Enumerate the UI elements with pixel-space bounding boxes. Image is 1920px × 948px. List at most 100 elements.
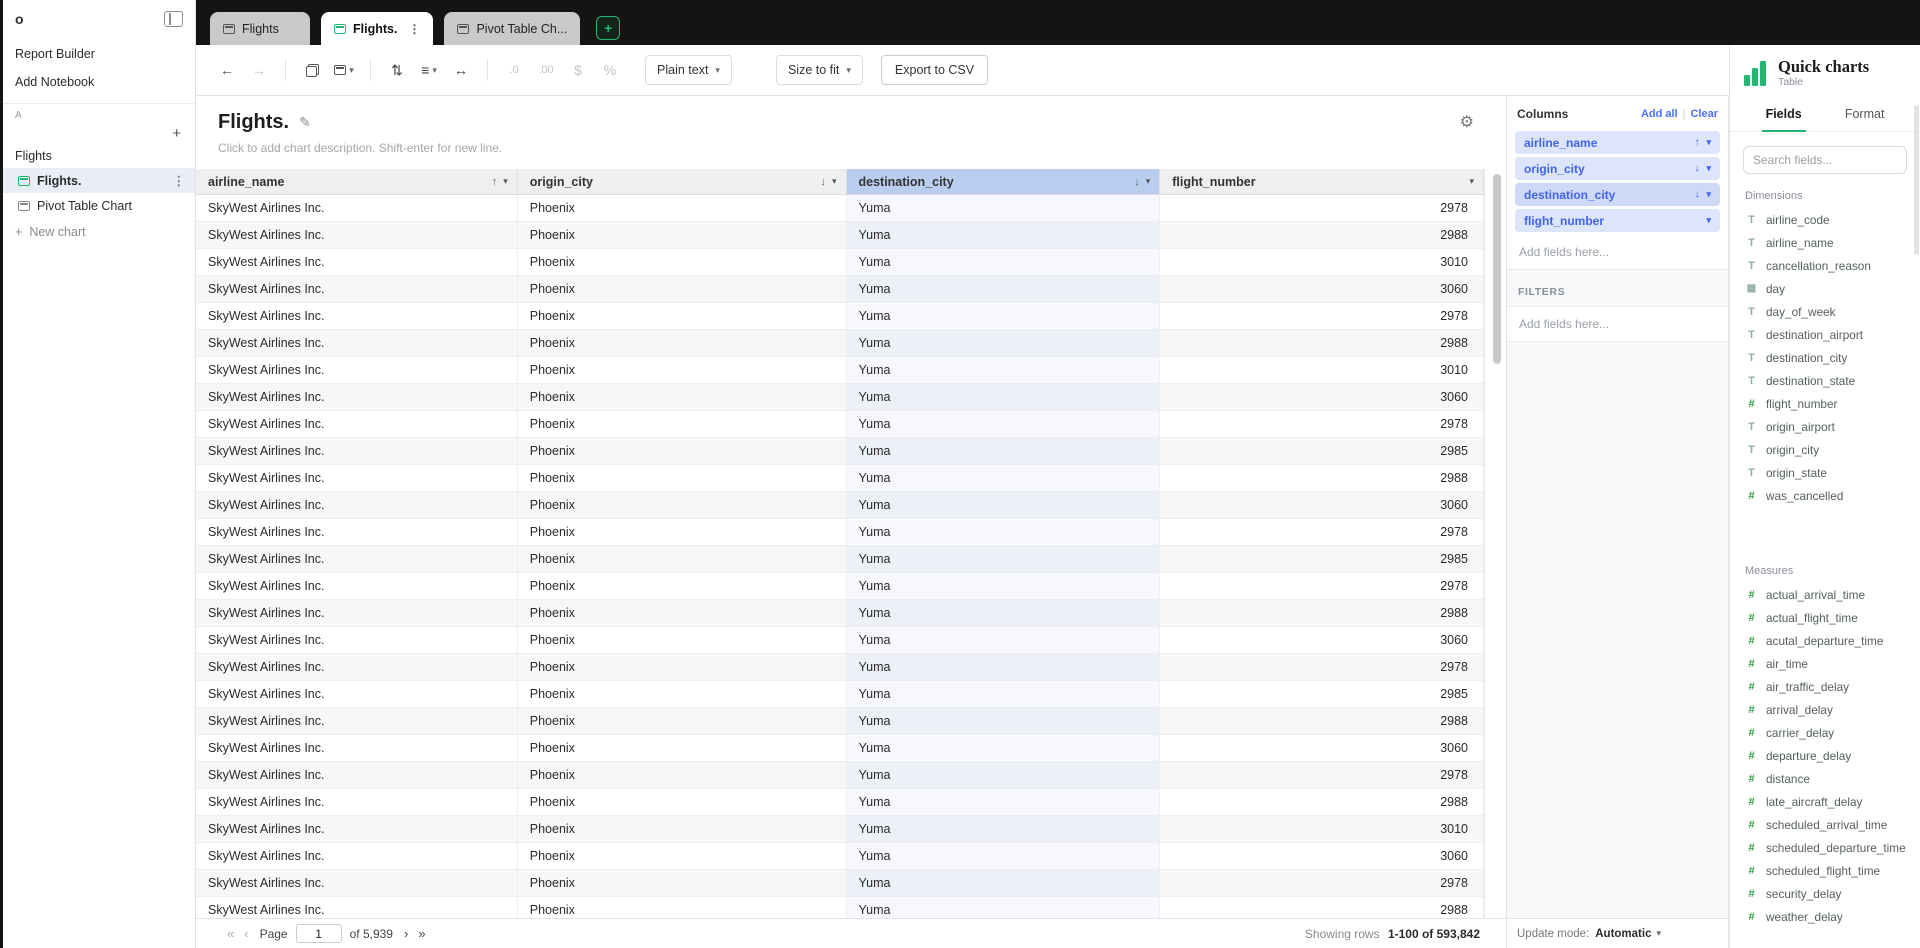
percent-format-button[interactable]: % xyxy=(595,55,625,85)
cell-airline-name[interactable]: SkyWest Airlines Inc. xyxy=(196,735,518,761)
cell-destination-city[interactable]: Yuma xyxy=(847,222,1161,248)
cell-flight-number[interactable]: 2978 xyxy=(1160,762,1484,788)
cell-origin-city[interactable]: Phoenix xyxy=(518,816,847,842)
cell-airline-name[interactable]: SkyWest Airlines Inc. xyxy=(196,816,518,842)
table-row[interactable]: SkyWest Airlines Inc. Phoenix Yuma 2985 xyxy=(196,681,1484,708)
cell-destination-city[interactable]: Yuma xyxy=(847,816,1161,842)
cell-airline-name[interactable]: SkyWest Airlines Inc. xyxy=(196,276,518,302)
column-header[interactable]: airline_name ↑ ▾ xyxy=(196,169,518,194)
cell-flight-number[interactable]: 3060 xyxy=(1160,627,1484,653)
edit-title-icon[interactable]: ✎ xyxy=(299,114,311,131)
field-item[interactable]: # carrier_delay xyxy=(1745,721,1905,744)
duplicate-button[interactable] xyxy=(297,55,327,85)
cell-destination-city[interactable]: Yuma xyxy=(847,276,1161,302)
cell-origin-city[interactable]: Phoenix xyxy=(518,195,847,221)
filters-dropzone[interactable]: Add fields here... xyxy=(1507,306,1728,342)
prev-page-button[interactable]: ‹ xyxy=(239,926,253,941)
cell-destination-city[interactable]: Yuma xyxy=(847,384,1161,410)
cell-origin-city[interactable]: Phoenix xyxy=(518,492,847,518)
table-row[interactable]: SkyWest Airlines Inc. Phoenix Yuma 2988 xyxy=(196,897,1484,918)
cell-origin-city[interactable]: Phoenix xyxy=(518,222,847,248)
field-item[interactable]: # flight_number xyxy=(1745,392,1905,415)
cell-destination-city[interactable]: Yuma xyxy=(847,519,1161,545)
column-header[interactable]: flight_number ▾ xyxy=(1160,169,1484,194)
table-row[interactable]: SkyWest Airlines Inc. Phoenix Yuma 3060 xyxy=(196,492,1484,519)
field-item[interactable]: T airline_code xyxy=(1745,208,1905,231)
settings-gear-icon[interactable]: ⚙ xyxy=(1460,112,1474,132)
column-pill[interactable]: flight_number ▾ xyxy=(1515,209,1720,232)
cell-origin-city[interactable]: Phoenix xyxy=(518,843,847,869)
cell-destination-city[interactable]: Yuma xyxy=(847,600,1161,626)
cell-flight-number[interactable]: 3060 xyxy=(1160,384,1484,410)
cell-airline-name[interactable]: SkyWest Airlines Inc. xyxy=(196,600,518,626)
cell-flight-number[interactable]: 3010 xyxy=(1160,816,1484,842)
column-pill[interactable]: destination_city ↓ ▾ xyxy=(1515,183,1720,206)
cell-airline-name[interactable]: SkyWest Airlines Inc. xyxy=(196,762,518,788)
field-item[interactable]: T origin_airport xyxy=(1745,415,1905,438)
cell-origin-city[interactable]: Phoenix xyxy=(518,465,847,491)
sidebar-tree-item[interactable]: Flights ⋮ xyxy=(3,143,195,168)
cell-destination-city[interactable]: Yuma xyxy=(847,438,1161,464)
cell-origin-city[interactable]: Phoenix xyxy=(518,735,847,761)
table-row[interactable]: SkyWest Airlines Inc. Phoenix Yuma 2988 xyxy=(196,600,1484,627)
cell-flight-number[interactable]: 2988 xyxy=(1160,465,1484,491)
cell-destination-city[interactable]: Yuma xyxy=(847,627,1161,653)
pill-menu-icon[interactable]: ▾ xyxy=(1706,137,1711,148)
cell-destination-city[interactable]: Yuma xyxy=(847,681,1161,707)
table-row[interactable]: SkyWest Airlines Inc. Phoenix Yuma 2978 xyxy=(196,411,1484,438)
document-tab[interactable]: Pivot Table Ch... ⋮ xyxy=(444,12,580,45)
cell-destination-city[interactable]: Yuma xyxy=(847,708,1161,734)
field-item[interactable]: # acutal_departure_time xyxy=(1745,629,1905,652)
cell-flight-number[interactable]: 2978 xyxy=(1160,870,1484,896)
table-row[interactable]: SkyWest Airlines Inc. Phoenix Yuma 2978 xyxy=(196,654,1484,681)
item-menu-icon[interactable]: ⋮ xyxy=(173,173,186,188)
text-format-dropdown[interactable]: Plain text ▾ xyxy=(645,55,732,85)
field-item[interactable]: # departure_delay xyxy=(1745,744,1905,767)
add-all-link[interactable]: Add all xyxy=(1641,108,1678,120)
new-chart-button[interactable]: + New chart xyxy=(3,218,195,246)
column-pill[interactable]: airline_name ↑ ▾ xyxy=(1515,131,1720,154)
column-pill[interactable]: origin_city ↓ ▾ xyxy=(1515,157,1720,180)
cell-origin-city[interactable]: Phoenix xyxy=(518,870,847,896)
table-row[interactable]: SkyWest Airlines Inc. Phoenix Yuma 2988 xyxy=(196,789,1484,816)
chart-title[interactable]: Flights. xyxy=(218,111,289,134)
column-menu-icon[interactable]: ▾ xyxy=(1469,176,1474,187)
search-input[interactable] xyxy=(1753,153,1908,167)
cell-destination-city[interactable]: Yuma xyxy=(847,897,1161,918)
field-item[interactable]: # scheduled_departure_time xyxy=(1745,836,1905,859)
field-item[interactable]: # security_delay xyxy=(1745,882,1905,905)
column-header[interactable]: origin_city ↓ ▾ xyxy=(518,169,847,194)
sidebar-tree-item[interactable]: Flights. ⋮ xyxy=(3,168,195,193)
table-row[interactable]: SkyWest Airlines Inc. Phoenix Yuma 2978 xyxy=(196,303,1484,330)
field-item[interactable]: T destination_city xyxy=(1745,346,1905,369)
cell-destination-city[interactable]: Yuma xyxy=(847,573,1161,599)
cell-origin-city[interactable]: Phoenix xyxy=(518,276,847,302)
field-item[interactable]: T destination_airport xyxy=(1745,323,1905,346)
cell-airline-name[interactable]: SkyWest Airlines Inc. xyxy=(196,249,518,275)
table-row[interactable]: SkyWest Airlines Inc. Phoenix Yuma 3010 xyxy=(196,816,1484,843)
table-row[interactable]: SkyWest Airlines Inc. Phoenix Yuma 2988 xyxy=(196,708,1484,735)
cell-destination-city[interactable]: Yuma xyxy=(847,303,1161,329)
pill-menu-icon[interactable]: ▾ xyxy=(1706,189,1711,200)
cell-airline-name[interactable]: SkyWest Airlines Inc. xyxy=(196,330,518,356)
cell-flight-number[interactable]: 2978 xyxy=(1160,654,1484,680)
cell-origin-city[interactable]: Phoenix xyxy=(518,411,847,437)
cell-airline-name[interactable]: SkyWest Airlines Inc. xyxy=(196,681,518,707)
cell-flight-number[interactable]: 3010 xyxy=(1160,249,1484,275)
document-tab[interactable]: Flights. ⋮ xyxy=(321,12,433,45)
cell-destination-city[interactable]: Yuma xyxy=(847,411,1161,437)
cell-airline-name[interactable]: SkyWest Airlines Inc. xyxy=(196,573,518,599)
field-item[interactable]: T destination_state xyxy=(1745,369,1905,392)
field-item[interactable]: # distance xyxy=(1745,767,1905,790)
cell-destination-city[interactable]: Yuma xyxy=(847,762,1161,788)
cell-origin-city[interactable]: Phoenix xyxy=(518,438,847,464)
add-section-icon[interactable]: + xyxy=(172,127,181,141)
table-row[interactable]: SkyWest Airlines Inc. Phoenix Yuma 3060 xyxy=(196,735,1484,762)
table-row[interactable]: SkyWest Airlines Inc. Phoenix Yuma 2985 xyxy=(196,546,1484,573)
cell-origin-city[interactable]: Phoenix xyxy=(518,303,847,329)
cell-airline-name[interactable]: SkyWest Airlines Inc. xyxy=(196,384,518,410)
tab-menu-icon[interactable]: ⋮ xyxy=(408,22,420,36)
table-row[interactable]: SkyWest Airlines Inc. Phoenix Yuma 2978 xyxy=(196,573,1484,600)
cell-flight-number[interactable]: 3060 xyxy=(1160,843,1484,869)
cell-origin-city[interactable]: Phoenix xyxy=(518,357,847,383)
